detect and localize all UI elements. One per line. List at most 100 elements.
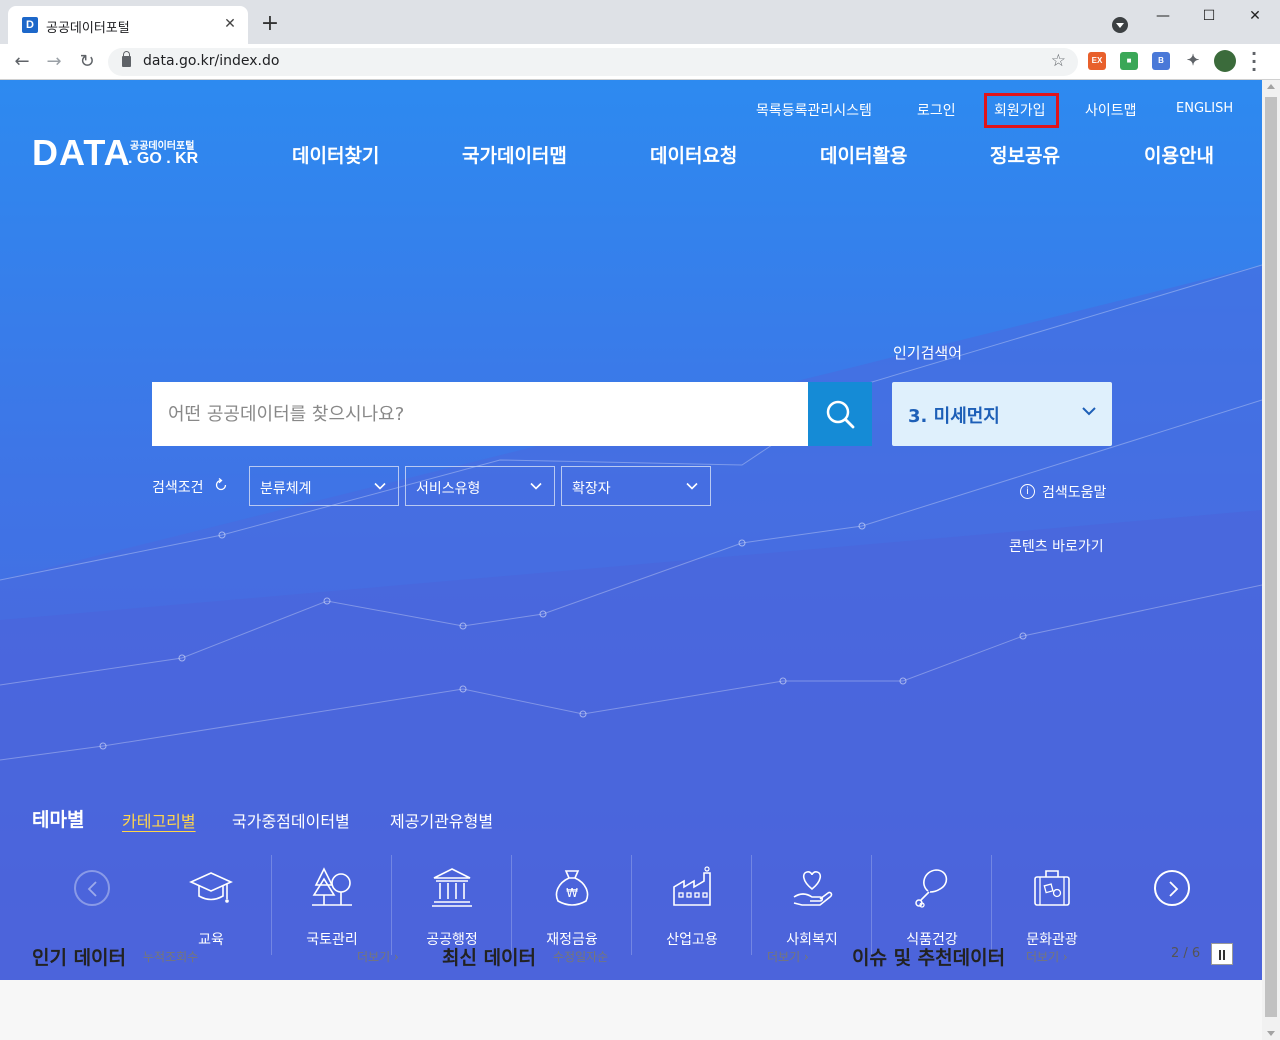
more-link-issue[interactable]: 더보기 › <box>1026 948 1068 965</box>
trees-icon <box>312 867 352 906</box>
section-title-issue: 이슈 및 추천데이터 <box>852 947 1006 969</box>
category-item-culture-tourism[interactable]: 문화관광 <box>991 855 1111 955</box>
close-window-button[interactable]: ✕ <box>1232 4 1278 28</box>
category-item-food-health[interactable]: 식품건강 <box>871 855 991 955</box>
bookmark-star-icon[interactable]: ☆ <box>1051 51 1066 71</box>
section-title-popular: 인기 데이터 <box>32 947 127 969</box>
government-building-icon <box>432 868 472 907</box>
extensions-puzzle-icon[interactable]: ✦ <box>1184 52 1202 70</box>
search-input[interactable] <box>152 382 808 446</box>
tab-national-key-data[interactable]: 국가중점데이터별 <box>232 808 350 832</box>
chevron-left-icon <box>87 881 97 897</box>
content-shortcut-link[interactable]: 콘텐츠 바로가기 <box>1009 536 1104 556</box>
tab-category[interactable]: 카테고리별 <box>122 808 196 832</box>
category-label: 국토관리 <box>306 932 358 948</box>
hero-section: 목록등록관리시스템 로그인 회원가입 사이트맵 ENGLISH DATA 공공데… <box>0 80 1262 980</box>
heart-hand-icon <box>793 871 833 906</box>
filter-service-type-select[interactable]: 서비스유형 <box>405 466 555 506</box>
more-link-latest[interactable]: 더보기 › <box>767 948 809 965</box>
carousel-prev-button[interactable] <box>74 870 110 906</box>
browser-tab[interactable]: D 공공데이터포털 ✕ <box>8 6 248 44</box>
search-button[interactable] <box>808 382 872 446</box>
pause-button[interactable] <box>1211 943 1233 965</box>
util-link-login[interactable]: 로그인 <box>917 100 956 120</box>
nav-find-data[interactable]: 데이터찾기 <box>292 141 379 168</box>
chevron-right-icon <box>1169 881 1179 897</box>
category-label: 교육 <box>198 932 224 948</box>
section-sub-popular: 누적조회수 <box>143 950 199 964</box>
tab-title: 공공데이터포털 <box>46 21 130 36</box>
util-link-sitemap[interactable]: 사이트맵 <box>1085 100 1137 120</box>
scroll-thumb[interactable] <box>1265 97 1277 1017</box>
info-icon: i <box>1020 484 1035 499</box>
scroll-up-icon[interactable] <box>1267 84 1275 89</box>
filter-label: 서비스유형 <box>416 481 481 497</box>
browser-tab-strip: D 공공데이터포털 ✕ + — ☐ ✕ <box>0 0 1280 44</box>
graduation-cap-icon <box>189 872 233 903</box>
tab-provider-type[interactable]: 제공기관유형별 <box>390 808 493 832</box>
scroll-down-icon[interactable] <box>1267 1031 1275 1036</box>
popular-keyword-dropdown[interactable]: 3. 미세먼지 <box>892 382 1112 446</box>
forward-arrow-icon[interactable]: → <box>41 49 67 75</box>
lock-icon[interactable] <box>122 51 131 67</box>
tab-search-icon[interactable] <box>1112 17 1128 33</box>
signup-highlight-box <box>984 93 1059 128</box>
section-sub-latest: 수정일자순 <box>553 950 609 964</box>
category-item-welfare[interactable]: 사회복지 <box>751 855 871 955</box>
new-tab-button[interactable]: + <box>258 12 282 36</box>
search-help-link[interactable]: 검색도움말 <box>1042 482 1106 502</box>
browser-menu-icon[interactable]: · · · <box>1248 46 1260 78</box>
util-link-catalog-system[interactable]: 목록등록관리시스템 <box>756 100 872 120</box>
suitcase-icon <box>1034 870 1070 906</box>
filter-classification-select[interactable]: 분류체계 <box>249 466 399 506</box>
money-bag-icon: ₩ <box>555 870 589 906</box>
reload-icon[interactable]: ↻ <box>74 49 100 75</box>
extension-ex-icon[interactable]: EX <box>1088 52 1106 70</box>
chicken-leg-icon <box>915 869 948 908</box>
more-link-popular[interactable]: 더보기 › <box>357 948 399 965</box>
maximize-button[interactable]: ☐ <box>1186 4 1232 28</box>
url-text[interactable]: data.go.kr/index.do <box>143 53 279 69</box>
tab-close-icon[interactable]: ✕ <box>220 14 240 34</box>
nav-data-usage[interactable]: 데이터활용 <box>820 141 907 168</box>
category-item-education[interactable]: 교육 <box>151 855 271 955</box>
search-icon <box>826 400 855 429</box>
category-item-finance[interactable]: ₩ 재정금융 <box>511 855 631 955</box>
minimize-button[interactable]: — <box>1140 4 1186 28</box>
page-scrollbar[interactable] <box>1262 80 1280 1040</box>
nav-national-data-map[interactable]: 국가데이터맵 <box>462 141 567 168</box>
filter-extension-select[interactable]: 확장자 <box>561 466 711 506</box>
extension-blue-icon[interactable]: B <box>1152 52 1170 70</box>
nav-data-request[interactable]: 데이터요청 <box>650 141 737 168</box>
section-title-latest: 최신 데이터 <box>442 947 537 969</box>
factory-icon <box>673 866 711 906</box>
hero-background-graph <box>0 264 1262 980</box>
browser-toolbar: ← → ↻ data.go.kr/index.do ☆ EX ■ B ✦ · · · <box>0 44 1280 80</box>
nav-info-sharing[interactable]: 정보공유 <box>990 141 1060 168</box>
logo-domain-text: . GO . KR <box>128 150 199 167</box>
popular-keyword-value: 3. 미세먼지 <box>908 406 1000 427</box>
back-arrow-icon[interactable]: ← <box>9 49 35 75</box>
logo-main-text: DATA <box>32 132 131 173</box>
site-favicon-icon: D <box>22 17 38 33</box>
nav-user-guide[interactable]: 이용안내 <box>1144 141 1214 168</box>
svg-text:₩: ₩ <box>566 886 578 900</box>
chevron-down-icon <box>374 482 386 490</box>
address-bar[interactable]: data.go.kr/index.do ☆ <box>108 48 1078 76</box>
extension-green-icon[interactable]: ■ <box>1120 52 1138 70</box>
util-link-english[interactable]: ENGLISH <box>1176 101 1233 116</box>
category-label: 문화관광 <box>1026 932 1078 948</box>
profile-avatar[interactable] <box>1214 50 1236 72</box>
chevron-down-icon <box>530 482 542 490</box>
issue-pager: 2 / 6 <box>1171 946 1201 961</box>
search-condition-label: 검색조건 <box>152 480 204 496</box>
category-item-industry[interactable]: 산업고용 <box>631 855 751 955</box>
carousel-next-button[interactable] <box>1154 870 1190 906</box>
data-sections-area <box>0 980 1262 1040</box>
theme-title: 테마별 <box>32 809 85 831</box>
popular-keywords-label: 인기검색어 <box>893 344 963 362</box>
category-item-land[interactable]: 국토관리 <box>271 855 391 955</box>
category-item-public-admin[interactable]: 공공행정 <box>391 855 511 955</box>
search-box <box>152 382 808 446</box>
reset-refresh-icon[interactable] <box>214 478 228 492</box>
